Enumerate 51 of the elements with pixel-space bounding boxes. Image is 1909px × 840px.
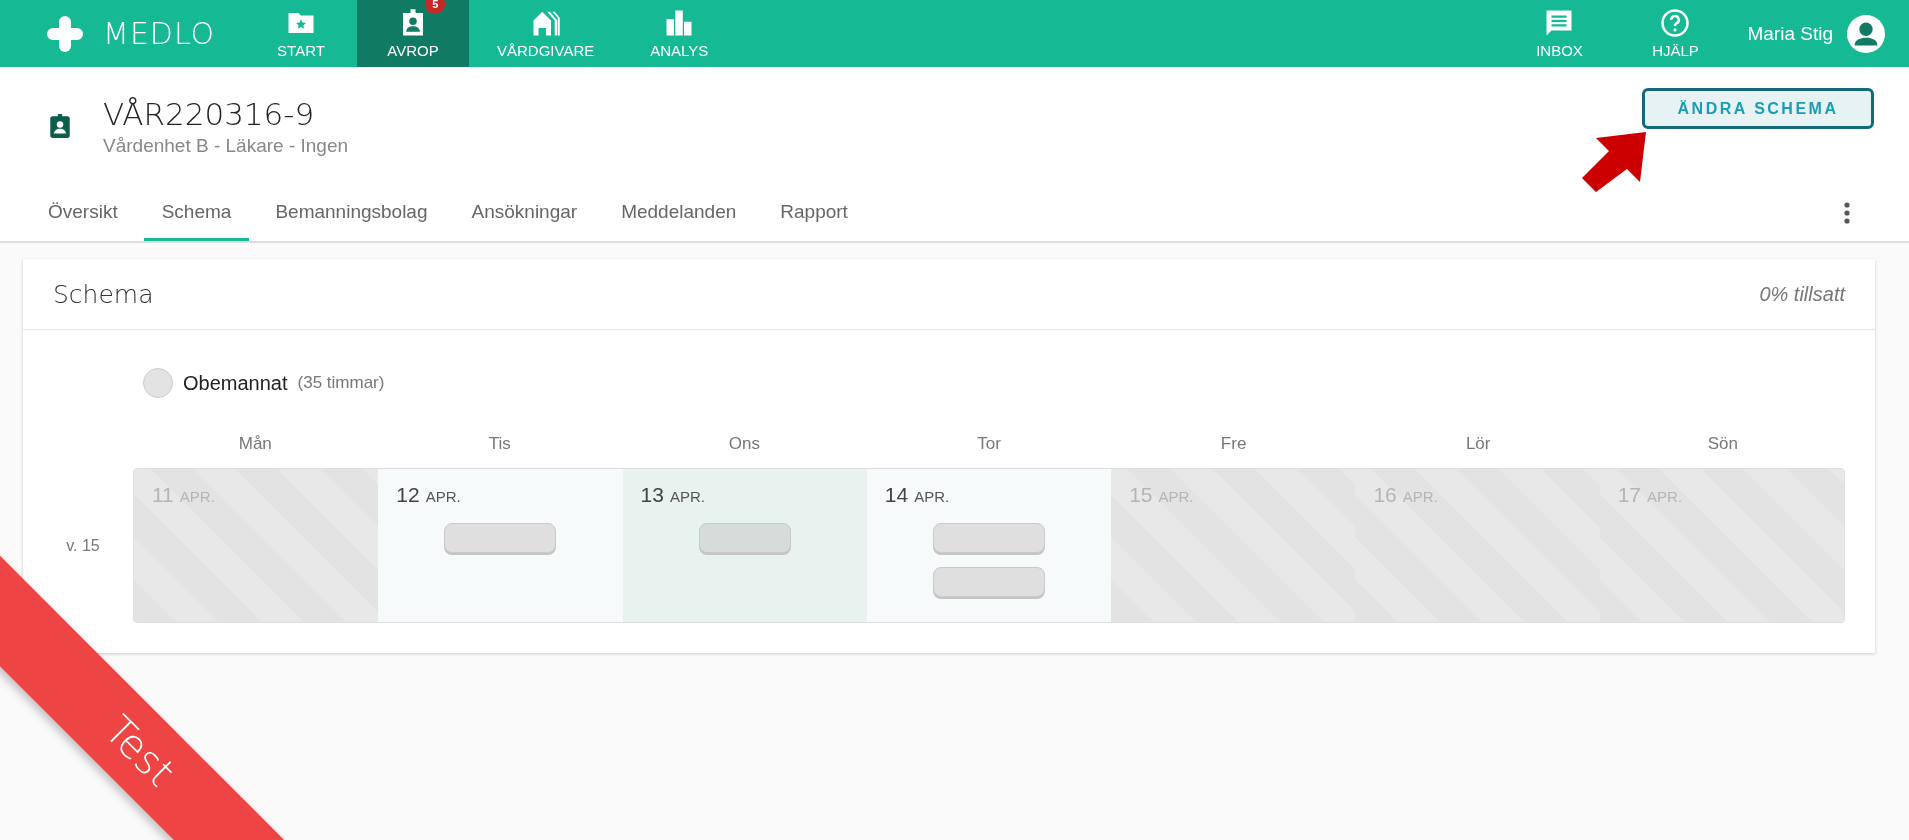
fill-percentage: 0% tillsatt — [1759, 282, 1845, 306]
more-menu-icon[interactable] — [1844, 202, 1850, 224]
order-title: VÅR220316-9 — [103, 95, 316, 132]
weekday-header: Ons — [727, 434, 762, 454]
tab[interactable]: Rapport — [762, 185, 866, 241]
calendar-day[interactable]: 12 APR. — [378, 469, 623, 622]
day-number: 12 — [396, 483, 420, 507]
month-label: APR. — [425, 488, 461, 505]
nav-item[interactable]: ANALYS — [622, 0, 737, 67]
tab[interactable]: Bemanningsbolag — [257, 185, 446, 241]
week-number: v. 15 — [65, 536, 101, 555]
tab[interactable]: Meddelanden — [603, 185, 755, 241]
shift-pill[interactable] — [698, 523, 791, 553]
avatar-icon[interactable] — [1847, 14, 1885, 53]
month-label: APR. — [669, 488, 705, 505]
calendar-day[interactable]: 14 APR. — [866, 469, 1112, 622]
tab[interactable]: Schema — [143, 185, 250, 241]
nav-item[interactable]: HJÄLP — [1617, 0, 1734, 67]
nav-item[interactable]: START — [245, 0, 357, 67]
tab[interactable]: Översikt — [30, 185, 136, 241]
month-label: APR. — [914, 488, 950, 505]
edit-schedule-button[interactable]: ÄNDRA SCHEMA — [1642, 88, 1874, 129]
nav-item[interactable]: VÅRDGIVARE — [469, 0, 623, 67]
id-badge-icon — [47, 113, 73, 139]
weekday-header: Tor — [976, 434, 1002, 454]
weekday-header: Fre — [1219, 434, 1248, 454]
calendar-day[interactable]: 13 APR. — [622, 469, 867, 622]
cross-logo-icon — [45, 13, 85, 54]
day-number: 14 — [884, 483, 909, 507]
shift-pill[interactable] — [933, 567, 1045, 597]
message-icon — [1544, 8, 1575, 38]
order-subtitle: Vårdenhet B - Läkare - Ingen — [103, 134, 349, 157]
user-name[interactable]: Maria Stig — [1747, 22, 1833, 45]
legend-label: Obemannat — [183, 371, 288, 395]
logo-text: MEDLO — [103, 16, 216, 51]
legend-dot — [143, 368, 173, 398]
notification-badge: 5 — [425, 0, 446, 14]
help-icon — [1660, 8, 1691, 38]
weekday-header: Sön — [1706, 434, 1739, 454]
shift-pill[interactable] — [444, 523, 557, 553]
nav-item[interactable]: INBOX — [1501, 0, 1618, 67]
tab[interactable]: Ansökningar — [453, 185, 596, 241]
weekday-header: Mån — [237, 434, 273, 454]
shift-pill[interactable] — [933, 523, 1045, 553]
weekday-header: Lör — [1464, 434, 1492, 454]
weekday-header: Tis — [487, 434, 512, 454]
card-title: Schema — [53, 279, 154, 309]
day-number: 13 — [640, 483, 664, 507]
bar-chart-icon — [664, 8, 695, 38]
legend-hours: (35 timmar) — [297, 373, 385, 393]
nav-item[interactable]: AVROP 5 — [357, 0, 469, 67]
